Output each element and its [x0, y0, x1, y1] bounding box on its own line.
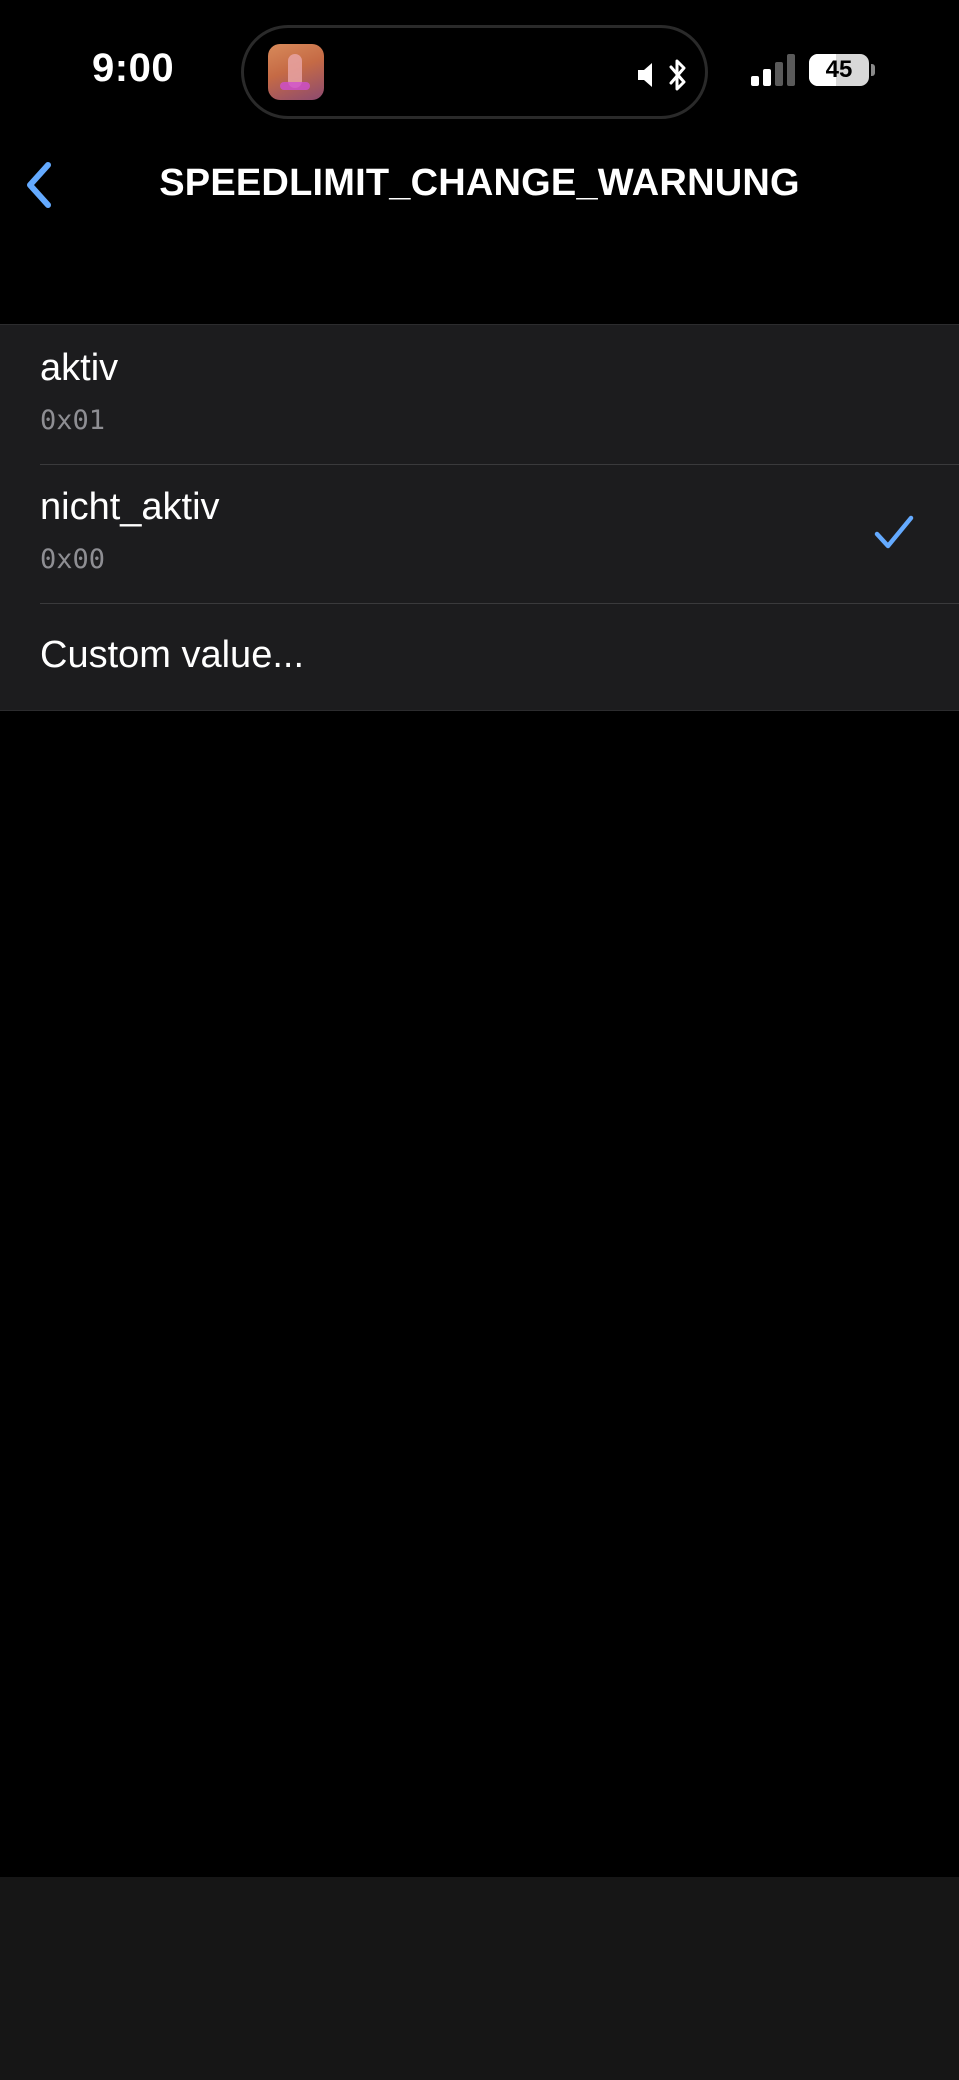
app-icon[interactable]	[268, 44, 324, 100]
dynamic-island[interactable]	[241, 25, 708, 119]
battery-icon: 45	[809, 54, 869, 86]
checkmark-icon	[874, 515, 914, 549]
bottom-bar	[0, 1877, 959, 2080]
signal-icon	[751, 54, 795, 86]
option-code: 0x00	[40, 544, 106, 575]
navigation-bar: SPEEDLIMIT_CHANGE_WARNUNG	[0, 140, 959, 230]
status-bar: 9:00 45	[0, 0, 959, 140]
option-label: aktiv	[40, 347, 119, 389]
custom-value-label: Custom value...	[40, 634, 304, 676]
custom-value-row[interactable]: Custom value...	[0, 603, 959, 710]
option-row-nicht-aktiv[interactable]: nicht_aktiv 0x00	[0, 464, 959, 603]
option-list: aktiv 0x01 nicht_aktiv 0x00 Custom value…	[0, 324, 959, 711]
page-title: SPEEDLIMIT_CHANGE_WARNUNG	[159, 162, 800, 204]
bluetooth-icon	[669, 59, 686, 91]
chevron-left-icon	[27, 162, 51, 208]
option-code: 0x01	[40, 405, 106, 436]
battery-tip	[871, 64, 875, 76]
option-row-aktiv[interactable]: aktiv 0x01	[0, 325, 959, 464]
mute-icon	[638, 63, 652, 87]
status-time: 9:00	[92, 46, 175, 90]
back-button[interactable]	[14, 158, 64, 212]
option-label: nicht_aktiv	[40, 486, 220, 528]
battery-level: 45	[825, 56, 853, 83]
